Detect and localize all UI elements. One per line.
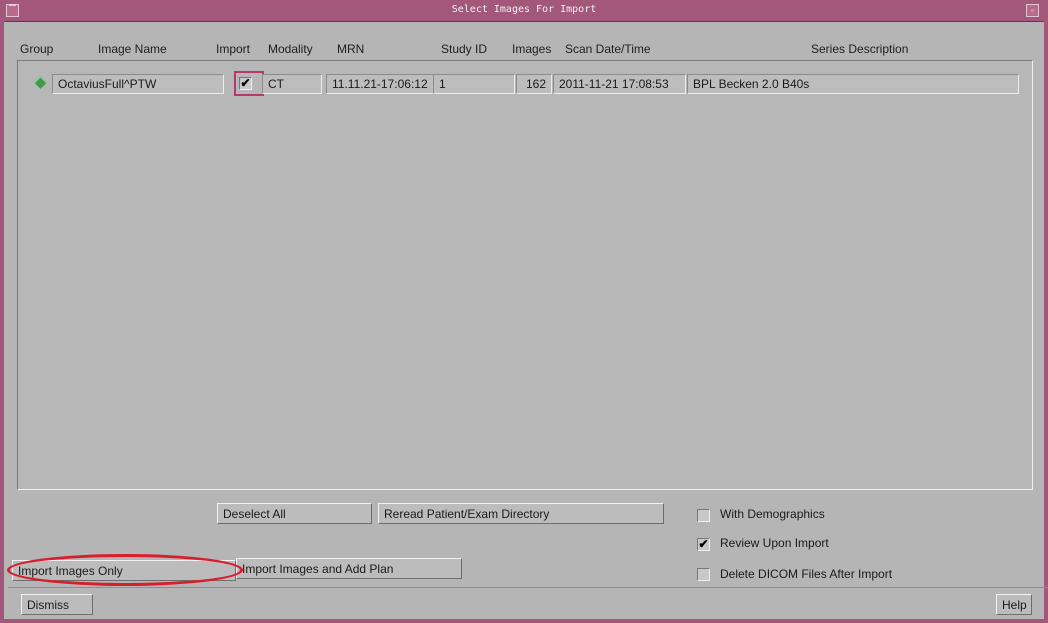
- row-scan-datetime[interactable]: 2011-11-21 17:08:53: [553, 74, 686, 94]
- column-header-images: Images: [512, 42, 552, 56]
- column-header-series-description: Series Description: [811, 42, 909, 56]
- image-series-list[interactable]: [17, 60, 1033, 490]
- delete-dicom-checkbox[interactable]: [697, 568, 710, 581]
- import-images-only-button[interactable]: Import Images Only: [12, 560, 236, 581]
- row-image-name[interactable]: OctaviusFull^PTW: [52, 74, 224, 94]
- row-mrn[interactable]: 11.11.21-17:06:12: [326, 74, 434, 94]
- with-demographics-checkbox[interactable]: [697, 509, 710, 522]
- review-upon-import-label: Review Upon Import: [720, 536, 829, 550]
- footer-divider: [8, 587, 1048, 588]
- row-modality[interactable]: CT: [262, 74, 322, 94]
- import-dialog-window: ▔ Select Images For Import ▫ Group Image…: [0, 0, 1048, 623]
- column-header-import: Import: [216, 42, 251, 56]
- review-upon-import-checkbox[interactable]: ✔: [697, 538, 710, 551]
- row-study-id[interactable]: 1: [433, 74, 515, 94]
- help-button[interactable]: Help: [996, 594, 1032, 615]
- column-header-group: Group: [20, 42, 54, 56]
- minimize-icon[interactable]: ▫: [1026, 4, 1039, 17]
- import-images-add-plan-button[interactable]: Import Images and Add Plan: [236, 558, 462, 579]
- window-title: Select Images For Import: [451, 4, 597, 15]
- column-header-study-id: Study ID: [441, 42, 488, 56]
- import-checkbox[interactable]: ✔: [239, 77, 252, 90]
- title-bar[interactable]: ▔ Select Images For Import ▫: [4, 0, 1044, 22]
- column-header-mrn: MRN: [337, 42, 365, 56]
- column-header-scan-datetime: Scan Date/Time: [565, 42, 651, 56]
- deselect-all-button[interactable]: Deselect All: [217, 503, 372, 524]
- column-header-image-name: Image Name: [98, 42, 167, 56]
- reread-directory-button[interactable]: Reread Patient/Exam Directory: [378, 503, 664, 524]
- column-header-modality: Modality: [268, 42, 313, 56]
- with-demographics-label: With Demographics: [720, 507, 825, 521]
- delete-dicom-label: Delete DICOM Files After Import: [720, 567, 893, 581]
- row-series-description[interactable]: BPL Becken 2.0 B40s: [687, 74, 1019, 94]
- row-images-count[interactable]: 162: [516, 74, 552, 94]
- dismiss-button[interactable]: Dismiss: [21, 594, 93, 615]
